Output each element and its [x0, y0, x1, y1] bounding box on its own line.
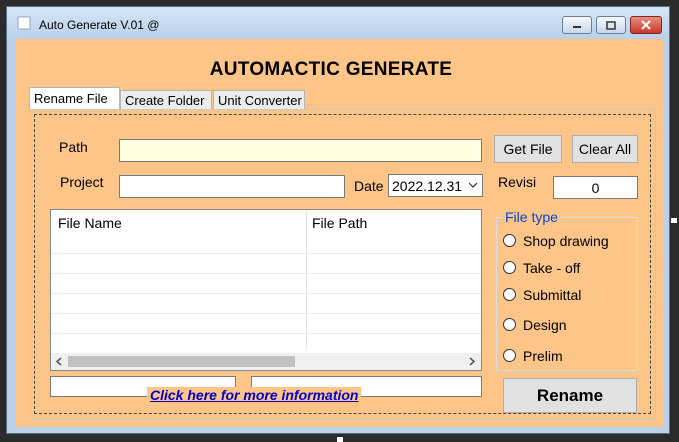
row-gridline	[51, 253, 481, 254]
radio-label: Submittal	[523, 287, 582, 303]
app-window: Auto Generate V.01 @ AUTOMACTIC GENERATE…	[6, 6, 670, 434]
more-info-link[interactable]: Click here for more information	[147, 387, 362, 403]
app-icon	[17, 16, 31, 30]
project-input[interactable]	[119, 175, 345, 198]
close-button[interactable]	[630, 16, 662, 34]
project-label: Project	[60, 174, 104, 190]
column-header-file-name[interactable]: File Name	[58, 215, 122, 231]
get-file-button[interactable]: Get File	[494, 135, 562, 163]
radio-shop-drawing[interactable]: Shop drawing	[503, 233, 609, 249]
minimize-button[interactable]	[562, 16, 592, 34]
rename-button[interactable]: Rename	[503, 378, 637, 413]
scroll-left-icon[interactable]	[54, 356, 65, 367]
minimize-icon	[573, 26, 581, 28]
tab-create-folder[interactable]: Create Folder	[120, 90, 212, 109]
maximize-button[interactable]	[596, 16, 626, 34]
horizontal-scrollbar[interactable]	[51, 353, 481, 370]
radio-circle-icon[interactable]	[503, 234, 516, 247]
radio-label: Shop drawing	[523, 233, 609, 249]
client-area: AUTOMACTIC GENERATE Create Folder Unit C…	[15, 39, 663, 427]
date-picker[interactable]: 2022.12.31	[388, 174, 483, 197]
radio-take-off[interactable]: Take - off	[503, 260, 580, 276]
title-bar[interactable]: Auto Generate V.01 @	[7, 7, 669, 39]
radio-label: Prelim	[523, 348, 563, 364]
revisi-input[interactable]	[553, 176, 638, 199]
date-value: 2022.12.31	[392, 178, 463, 194]
row-gridline	[51, 333, 481, 334]
radio-circle-icon[interactable]	[503, 288, 516, 301]
path-input[interactable]	[119, 139, 482, 162]
radio-label: Design	[523, 317, 567, 333]
resize-handle[interactable]	[671, 218, 677, 223]
row-gridline	[51, 273, 481, 274]
tab-rename-file[interactable]: Rename File	[29, 87, 120, 110]
radio-circle-icon[interactable]	[503, 349, 516, 362]
radio-submittal[interactable]: Submittal	[503, 287, 581, 303]
revisi-label: Revisi	[498, 174, 537, 190]
scroll-right-icon[interactable]	[466, 356, 477, 367]
page-title: AUTOMACTIC GENERATE	[209, 59, 453, 80]
file-list[interactable]: File Name File Path	[50, 209, 482, 371]
window-title: Auto Generate V.01 @	[39, 18, 160, 32]
tab-unit-converter[interactable]: Unit Converter	[213, 90, 305, 109]
radio-label: Take - off	[523, 260, 581, 276]
column-header-file-path[interactable]: File Path	[312, 215, 367, 231]
date-label: Date	[354, 178, 384, 194]
radio-prelim[interactable]: Prelim	[503, 348, 563, 364]
chevron-down-icon[interactable]	[468, 180, 478, 190]
file-type-title: File type	[503, 209, 560, 225]
file-type-group: File type Shop drawing Take - off Submit…	[496, 209, 638, 371]
column-divider	[306, 210, 307, 350]
path-label: Path	[59, 139, 88, 155]
radio-circle-icon[interactable]	[503, 261, 516, 274]
resize-handle[interactable]	[337, 437, 343, 442]
row-gridline	[51, 313, 481, 314]
close-icon	[641, 20, 651, 30]
rename-file-panel: Path Get File Clear All Project Date 202…	[29, 109, 656, 419]
row-gridline	[51, 293, 481, 294]
clear-all-button[interactable]: Clear All	[572, 135, 638, 163]
maximize-icon	[606, 20, 616, 30]
radio-design[interactable]: Design	[503, 317, 567, 333]
radio-circle-icon[interactable]	[503, 318, 516, 331]
file-list-header: File Name File Path	[51, 210, 481, 232]
scrollbar-thumb[interactable]	[68, 356, 295, 367]
